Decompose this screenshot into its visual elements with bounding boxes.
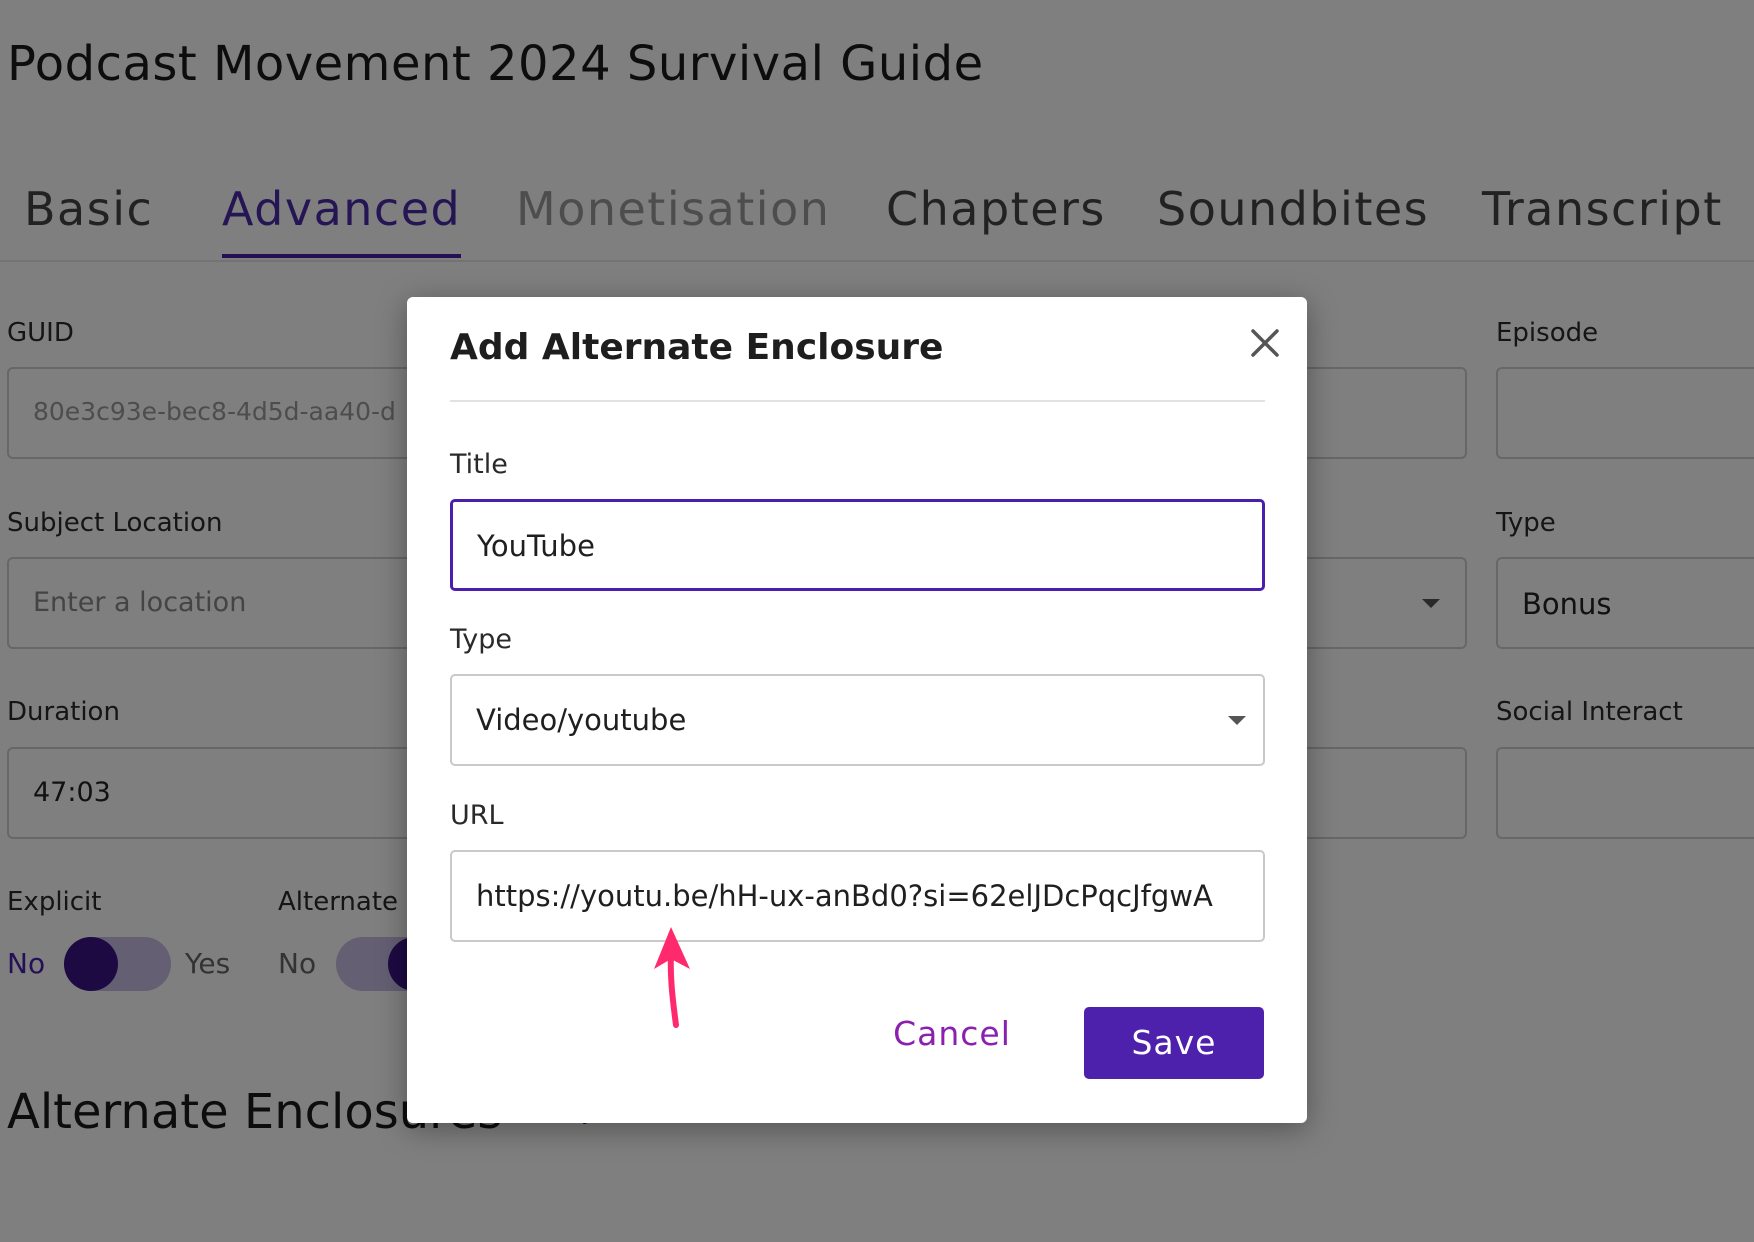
add-alternate-enclosure-dialog: Add Alternate Enclosure Title YouTube Ty…	[407, 297, 1307, 1123]
url-input-value: https://youtu.be/hH-ux-anBd0?si=62elJDcP…	[476, 879, 1213, 913]
url-input[interactable]: https://youtu.be/hH-ux-anBd0?si=62elJDcP…	[450, 850, 1265, 942]
title-input[interactable]: YouTube	[450, 499, 1265, 591]
arrow-up-icon	[654, 927, 690, 1028]
dialog-divider	[450, 400, 1265, 402]
save-button[interactable]: Save	[1084, 1007, 1264, 1079]
type-field-label: Type	[450, 624, 513, 655]
type-select[interactable]: Video/youtube	[450, 674, 1265, 766]
close-icon	[1251, 329, 1279, 357]
cancel-button[interactable]: Cancel	[877, 1005, 1027, 1063]
episode-editor-page: Podcast Movement 2024 Survival Guide Bas…	[0, 0, 1754, 1242]
chevron-down-icon	[1228, 716, 1246, 725]
title-field-label: Title	[450, 449, 508, 480]
url-field-label: URL	[450, 800, 504, 831]
type-select-value: Video/youtube	[476, 703, 687, 737]
title-input-value: YouTube	[477, 529, 595, 563]
close-button[interactable]	[1245, 323, 1285, 363]
dialog-title: Add Alternate Enclosure	[450, 327, 944, 368]
